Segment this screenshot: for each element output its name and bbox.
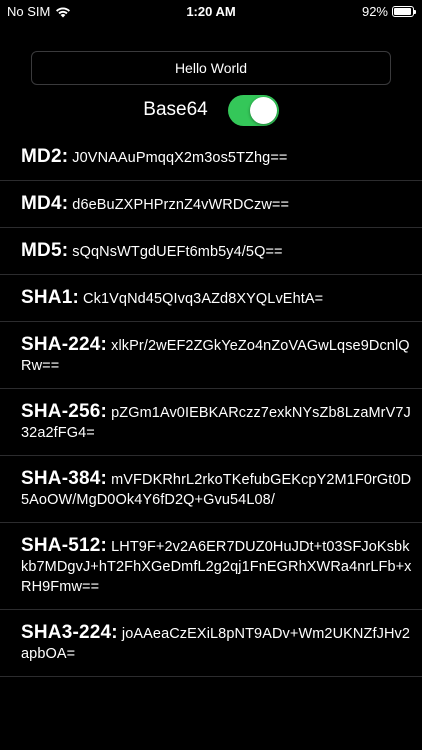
hash-row: SHA-256: pZGm1Av0IEBKARczz7exkNYsZb8LzaM… [0,389,422,456]
hash-name: SHA1: [21,287,80,308]
hash-name: SHA-224: [21,334,108,355]
status-bar: No SIM 1:20 AM 92% [0,0,422,24]
hash-row: MD4: d6eBuZXPHPrznZ4vWRDCzw== [0,181,422,228]
text-input[interactable] [31,51,391,85]
hash-row: MD2: J0VNAAuPmqqX2m3os5TZhg== [0,134,422,181]
battery-fill [394,8,411,15]
hash-name: MD4: [21,193,69,214]
hash-name: SHA3-224: [21,622,118,643]
hash-list: MD2: J0VNAAuPmqqX2m3os5TZhg== MD4: d6eBuZ… [0,134,422,677]
hash-name: SHA-256: [21,401,108,422]
hash-row: MD5: sQqNsWTgdUEFt6mb5y4/5Q== [0,228,422,275]
hash-row: SHA-384: mVFDKRhrL2rkoTKefubGEKcpY2M1F0r… [0,456,422,523]
screen: No SIM 1:20 AM 92% Base64 MD2: J0VNAAuPm… [0,0,422,750]
hash-value: J0VNAAuPmqqX2m3os5TZhg== [72,150,288,166]
base64-toggle-row: Base64 [0,94,422,126]
status-time: 1:20 AM [186,4,236,19]
hash-value: d6eBuZXPHPrznZ4vWRDCzw== [72,197,290,213]
hash-name: MD5: [21,240,69,261]
hash-name: SHA-512: [21,535,108,556]
base64-label: Base64 [143,99,208,120]
hash-row: SHA1: Ck1VqNd45QIvq3AZd8XYQLvEhtA= [0,275,422,322]
hash-value: sQqNsWTgdUEFt6mb5y4/5Q== [72,244,283,260]
battery-percent: 92% [361,4,388,19]
switch-knob [249,96,277,124]
hash-name: MD2: [21,146,69,167]
hash-row: SHA3-224: joAAeaCzEXiL8pNT9ADv+Wm2UKNZfJ… [0,610,422,677]
base64-switch[interactable] [227,94,279,126]
battery-icon [392,6,416,17]
hash-name: SHA-384: [21,468,108,489]
hash-value: Ck1VqNd45QIvq3AZd8XYQLvEhtA= [83,291,324,307]
status-right: 92% [361,4,416,19]
hash-row: SHA-512: LHT9F+2v2A6ER7DUZ0HuJDt+t03SFJo… [0,523,422,610]
hash-row: SHA-224: xlkPr/2wEF2ZGkYeZo4nZoVAGwLqse9… [0,322,422,389]
